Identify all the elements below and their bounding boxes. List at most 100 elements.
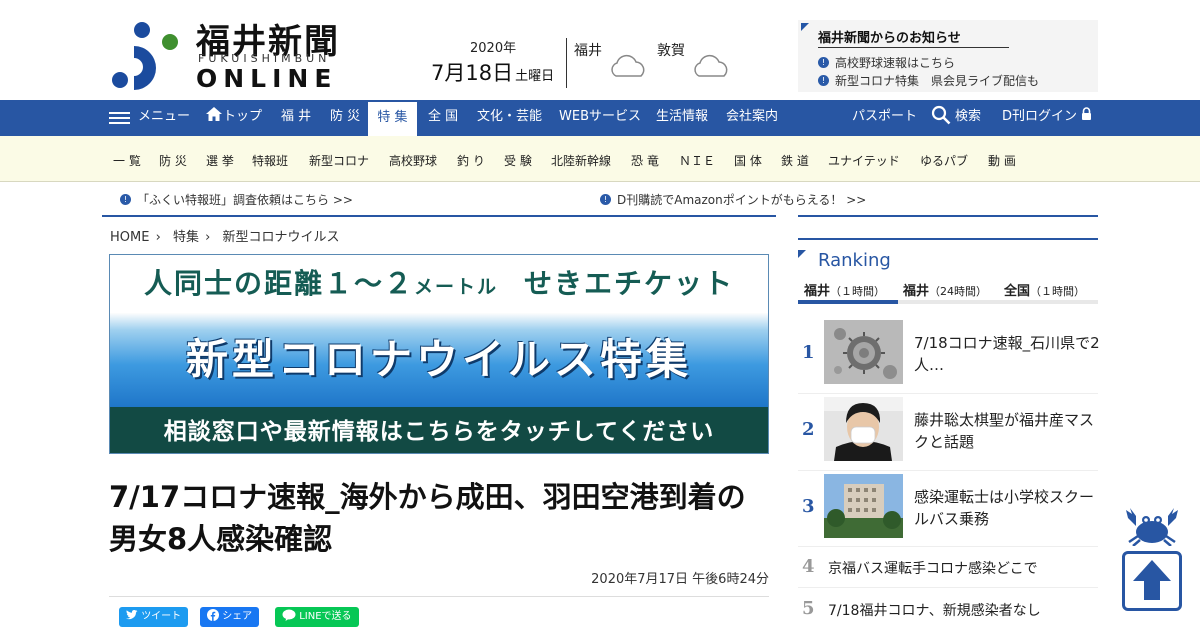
chevron-right-icon: › bbox=[205, 230, 211, 245]
ranking-title: Ranking bbox=[818, 250, 891, 271]
info-icon: ! bbox=[818, 57, 829, 68]
nav-item-web-service[interactable]: WEBサービス bbox=[559, 100, 641, 136]
search-icon bbox=[931, 105, 951, 125]
banner-title: 新型コロナウイルス特集 bbox=[110, 313, 768, 407]
ranking-tab-fukui-24h[interactable]: 福井（24時間） bbox=[903, 280, 987, 299]
facebook-icon bbox=[207, 609, 219, 621]
nav-item-company[interactable]: 会社案内 bbox=[726, 100, 778, 136]
tweet-button[interactable]: ツイート bbox=[119, 607, 189, 627]
lock-icon bbox=[1082, 107, 1092, 120]
ranking-item-text[interactable]: 7/18福井コロナ、新規感染者なし bbox=[828, 600, 1041, 620]
date-year: 2020年 bbox=[470, 41, 517, 56]
nav-passport[interactable]: パスポート bbox=[852, 100, 917, 136]
line-icon bbox=[282, 609, 296, 621]
subnav-item[interactable]: 受 験 bbox=[504, 152, 532, 169]
subnav-item[interactable]: 新型コロナ bbox=[309, 152, 369, 169]
article-title: 7/17コロナ速報_海外から成田、羽田空港到着の男女8人感染確認 bbox=[109, 480, 746, 556]
subnav-item[interactable]: 北陸新幹線 bbox=[551, 152, 611, 169]
weather-divider bbox=[566, 38, 567, 88]
home-icon bbox=[206, 107, 222, 121]
weather-city-fukui: 福井 bbox=[574, 43, 602, 59]
info-icon: ! bbox=[818, 75, 829, 86]
nav-item-bousai[interactable]: 防 災 bbox=[330, 100, 360, 136]
subnav-item[interactable]: ＮＩＥ bbox=[679, 152, 715, 169]
subnav-item[interactable]: 選 挙 bbox=[206, 152, 234, 169]
breadcrumb-tokushu[interactable]: 特集 bbox=[173, 230, 199, 245]
date-main: 7月18日 土曜日 bbox=[431, 61, 555, 85]
virus-thumbnail[interactable] bbox=[824, 320, 903, 384]
nav-login[interactable]: D刊ログイン bbox=[1002, 100, 1092, 136]
date-day: 土曜日 bbox=[515, 69, 555, 84]
banner-top-text: 人同士の距離１～２メートル せきエチケット bbox=[110, 255, 768, 313]
ranking-top-rule bbox=[798, 238, 1098, 240]
info-link-amazon[interactable]: ! D刊購読でAmazonポイントがもらえる！ >> bbox=[600, 191, 866, 208]
arrow-up-icon bbox=[1133, 560, 1171, 600]
subnav-item[interactable]: 恐 竜 bbox=[631, 152, 659, 169]
rank-number: 4 bbox=[802, 556, 815, 577]
ranking-item-text[interactable]: 感染運転士は小学校スクールバス乗務 bbox=[914, 486, 1104, 530]
ranking-tab-zenkoku-1h[interactable]: 全国（１時間） bbox=[1004, 280, 1085, 299]
notice-item[interactable]: ! 新型コロナ特集 県会見ライブ配信も bbox=[818, 72, 1039, 89]
subnav-item[interactable]: 動 画 bbox=[988, 152, 1016, 169]
info-icon: ! bbox=[120, 194, 131, 205]
info-icon: ! bbox=[600, 194, 611, 205]
corner-mark bbox=[801, 23, 809, 31]
sub-nav: 一 覧 防 災 選 挙 特報班 新型コロナ 高校野球 釣 り 受 験 北陸新幹線… bbox=[0, 136, 1200, 182]
building-thumbnail[interactable] bbox=[824, 474, 903, 538]
chevron-right-icon: › bbox=[155, 230, 161, 245]
nav-item-zenkoku[interactable]: 全 国 bbox=[428, 100, 458, 136]
article-divider bbox=[109, 596, 769, 597]
person-mask-thumbnail[interactable] bbox=[824, 397, 903, 461]
rank-number: 1 bbox=[802, 342, 815, 363]
article-date: 2020年7月17日 午後6時24分 bbox=[591, 572, 769, 587]
rank-number: 3 bbox=[802, 496, 815, 517]
info-link-tokuhouhan[interactable]: ! 「ふくい特報班」調査依頼はこちら >> bbox=[120, 191, 353, 208]
weather-city-tsuruga: 敦賀 bbox=[657, 43, 685, 59]
subnav-item[interactable]: 一 覧 bbox=[113, 152, 141, 169]
ranking-item-text[interactable]: 7/18コロナ速報_石川県で2人… bbox=[914, 332, 1104, 376]
corona-banner[interactable]: 人同士の距離１～２メートル せきエチケット 新型コロナウイルス特集 相談窓口や最新… bbox=[109, 254, 769, 454]
rank-number: 5 bbox=[802, 598, 815, 619]
nav-search[interactable]: 検索 bbox=[931, 100, 981, 136]
logo-online: ONLINE bbox=[196, 64, 338, 93]
hamburger-icon[interactable] bbox=[109, 109, 130, 129]
ranking-tab-indicator bbox=[798, 300, 898, 304]
corner-mark bbox=[798, 250, 806, 258]
line-share-button[interactable]: LINEで送る bbox=[275, 607, 359, 627]
breadcrumb-home[interactable]: HOME bbox=[110, 230, 149, 245]
ranking-item-text[interactable]: 藤井聡太棋聖が福井産マスクと話題 bbox=[914, 409, 1104, 453]
ranking-separator bbox=[798, 470, 1098, 471]
breadcrumb: HOME › 特集 › 新型コロナウイルス bbox=[110, 226, 339, 245]
nav-item-fukui[interactable]: 福 井 bbox=[281, 100, 311, 136]
main-nav: メニュー トップ 福 井 防 災 特 集 全 国 文化・芸能 WEBサービス 生… bbox=[0, 100, 1200, 136]
back-to-top-button[interactable] bbox=[1122, 551, 1182, 611]
ranking-separator bbox=[798, 546, 1098, 547]
subnav-item[interactable]: 防 災 bbox=[159, 152, 187, 169]
crab-mascot-icon bbox=[1126, 508, 1178, 546]
subnav-item[interactable]: ユナイテッド bbox=[828, 152, 900, 169]
twitter-icon bbox=[126, 609, 138, 620]
sidebar-top-rule bbox=[798, 215, 1098, 217]
subnav-item[interactable]: 鉄 道 bbox=[781, 152, 809, 169]
fukui-logo-icon[interactable] bbox=[110, 20, 180, 90]
nav-item-culture[interactable]: 文化・芸能 bbox=[477, 100, 542, 136]
ranking-item-text[interactable]: 京福バス運転手コロナ感染どこで bbox=[828, 558, 1038, 578]
subnav-item[interactable]: 釣 り bbox=[457, 152, 485, 169]
subnav-item[interactable]: 特報班 bbox=[252, 152, 288, 169]
nav-menu[interactable]: メニュー bbox=[138, 100, 190, 136]
banner-cta: 相談窓口や最新情報はこちらをタッチしてください bbox=[110, 407, 768, 453]
nav-top[interactable]: トップ bbox=[205, 100, 262, 136]
ranking-separator bbox=[798, 393, 1098, 394]
notice-box: 福井新聞からのお知らせ ! 高校野球速報はこちら ! 新型コロナ特集 県会見ライブ配… bbox=[798, 20, 1098, 92]
breadcrumb-corona[interactable]: 新型コロナウイルス bbox=[222, 230, 339, 245]
nav-item-life[interactable]: 生活情報 bbox=[656, 100, 708, 136]
ranking-tab-fukui-1h[interactable]: 福井（１時間） bbox=[804, 280, 885, 299]
subnav-item[interactable]: 国 体 bbox=[734, 152, 762, 169]
facebook-share-button[interactable]: シェア bbox=[200, 607, 260, 627]
ranking-separator bbox=[798, 587, 1098, 588]
nav-item-tokushu[interactable]: 特 集 bbox=[368, 100, 417, 136]
subnav-item[interactable]: 高校野球 bbox=[389, 152, 437, 169]
notice-title: 福井新聞からのお知らせ bbox=[818, 27, 1009, 48]
notice-item[interactable]: ! 高校野球速報はこちら bbox=[818, 54, 955, 71]
subnav-item[interactable]: ゆるパブ bbox=[920, 152, 968, 169]
